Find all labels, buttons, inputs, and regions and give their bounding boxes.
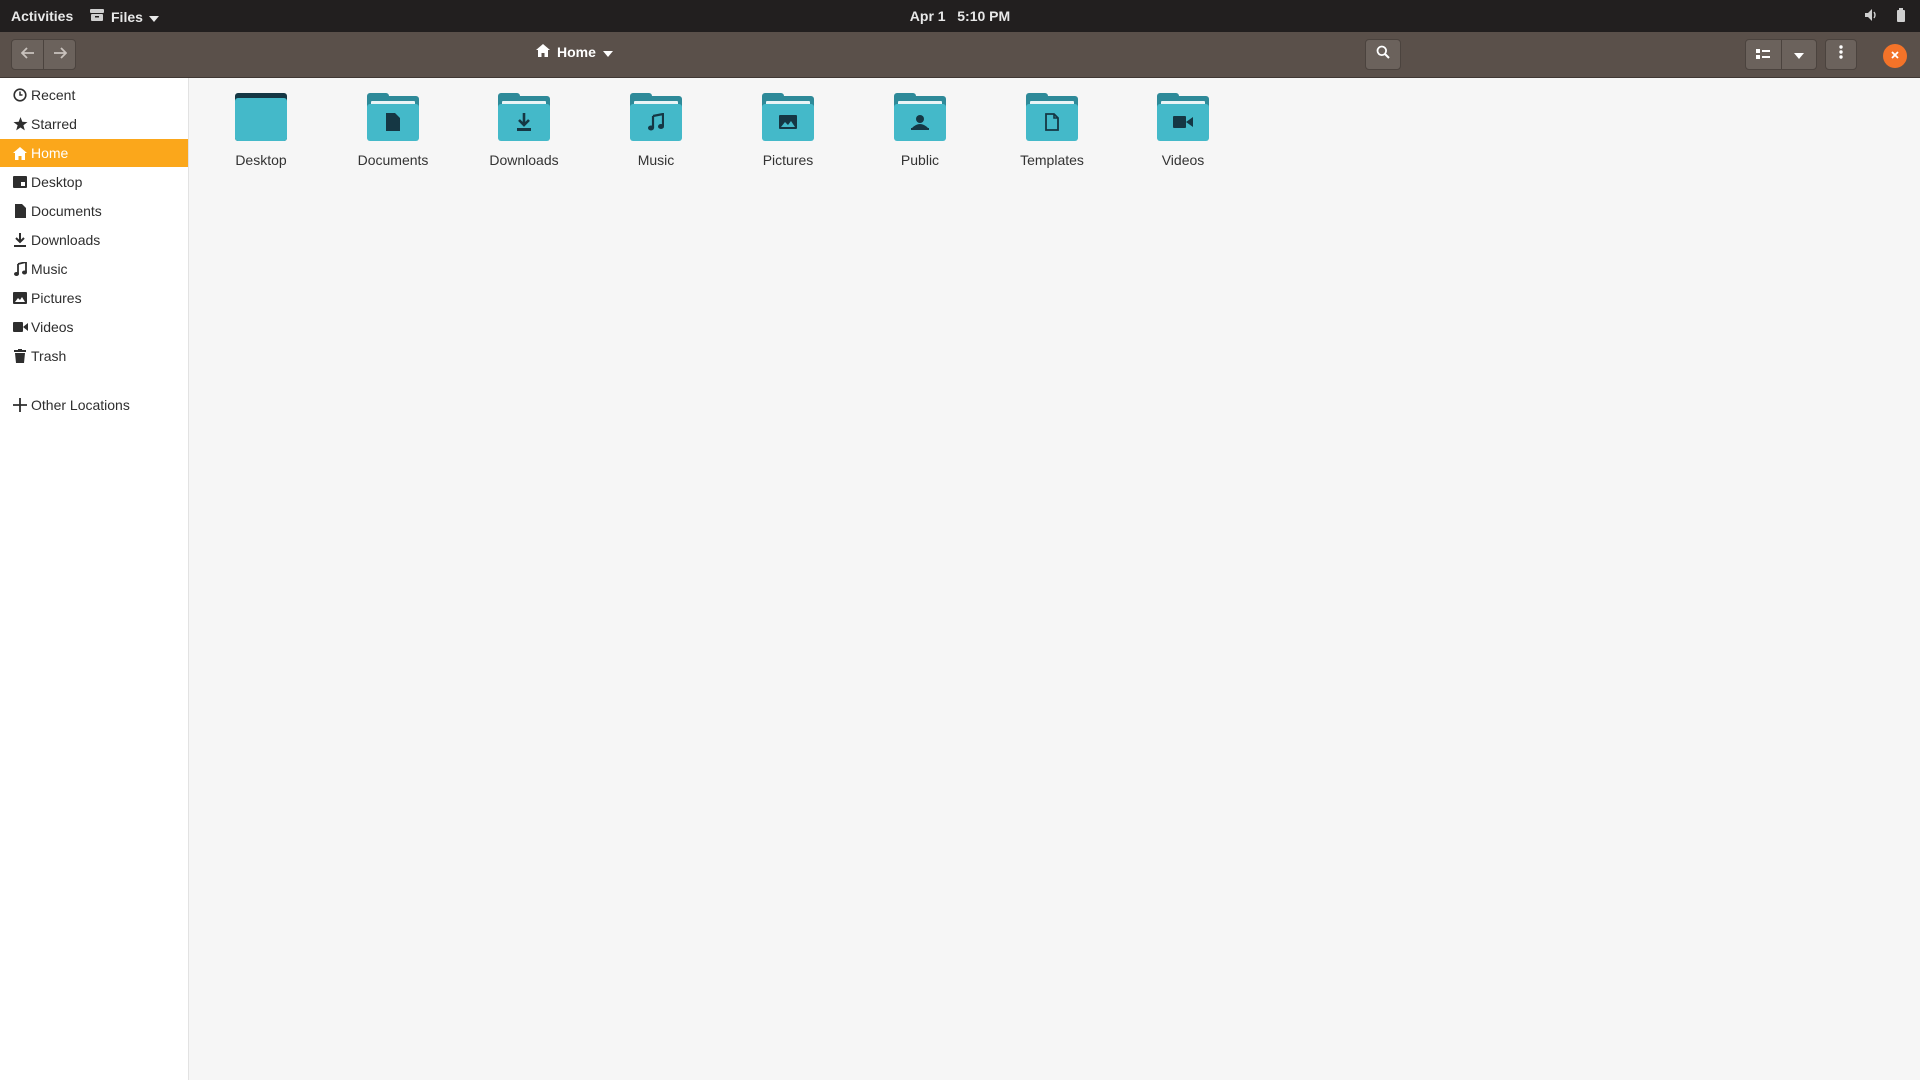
folder-item[interactable]: Pictures	[733, 93, 843, 183]
speaker-icon[interactable]	[1864, 8, 1878, 25]
sidebar-item-label: Documents	[31, 203, 102, 219]
sidebar-item-documents[interactable]: Documents	[0, 197, 188, 225]
sidebar-item-label: Starred	[31, 116, 77, 132]
sidebar-item-home[interactable]: Home	[0, 139, 188, 167]
list-view-button[interactable]	[1746, 40, 1782, 69]
sidebar-item-desktop[interactable]: Desktop	[0, 168, 188, 196]
music-icon	[12, 261, 28, 277]
chevron-down-icon	[1793, 46, 1804, 64]
sidebar-item-music[interactable]: Music	[0, 255, 188, 283]
document-icon	[12, 203, 28, 219]
folder-desktop-icon	[235, 93, 287, 141]
app-menu-label: Files	[111, 8, 143, 25]
folder-label: Pictures	[762, 152, 814, 168]
home-icon	[12, 145, 28, 161]
system-tray[interactable]	[1864, 8, 1906, 25]
sidebar-item-label: Videos	[31, 319, 74, 335]
sidebar-item-label: Music	[31, 261, 68, 277]
header-bar: Home	[0, 32, 1920, 78]
star-icon	[12, 116, 28, 132]
folder-public-icon	[894, 93, 946, 141]
search-button[interactable]	[1365, 39, 1401, 70]
view-menu-button[interactable]	[1782, 40, 1817, 69]
clock-date[interactable]: Apr 1	[910, 8, 946, 24]
folder-music-icon	[630, 93, 682, 141]
close-window-button[interactable]	[1883, 44, 1907, 68]
folder-label: Public	[900, 152, 940, 168]
main-menu-button[interactable]	[1825, 39, 1857, 70]
back-button[interactable]	[12, 40, 44, 69]
folder-label: Desktop	[235, 152, 287, 168]
download-icon	[12, 232, 28, 248]
sidebar-item-label: Home	[31, 145, 69, 161]
folder-pictures-icon	[762, 93, 814, 141]
file-view: Desktop Documents Downloads Music Pictur…	[189, 78, 1920, 1080]
folder-label: Documents	[357, 152, 429, 168]
chevron-down-icon	[602, 44, 613, 60]
sidebar-item-recent[interactable]: Recent	[0, 81, 188, 109]
folder-downloads-icon	[498, 93, 550, 141]
folder-item[interactable]: Music	[601, 93, 711, 183]
trash-icon	[12, 348, 28, 364]
app-menu[interactable]: Files	[89, 8, 159, 25]
folder-label: Music	[637, 152, 675, 168]
folder-item[interactable]: Downloads	[469, 93, 579, 183]
clock-time[interactable]: 5:10 PM	[957, 8, 1010, 24]
chevron-down-icon	[148, 9, 159, 25]
folder-item[interactable]: Desktop	[206, 93, 316, 183]
sidebar-item-label: Recent	[31, 87, 76, 103]
arrow-left-icon	[20, 46, 35, 64]
plus-icon	[12, 397, 28, 413]
sidebar-item-pictures[interactable]: Pictures	[0, 284, 188, 312]
sidebar-item-other-locations[interactable]: Other Locations	[0, 391, 188, 419]
top-panel: Activities Files Apr 1 5:10 PM	[0, 0, 1920, 32]
sidebar-item-downloads[interactable]: Downloads	[0, 226, 188, 254]
folder-item[interactable]: Documents	[338, 93, 448, 183]
navigation-buttons	[11, 39, 76, 70]
sidebar-item-starred[interactable]: Starred	[0, 110, 188, 138]
home-icon	[536, 44, 550, 60]
folder-videos-icon	[1157, 93, 1209, 141]
sidebar-item-label: Desktop	[31, 174, 83, 190]
activities-button[interactable]: Activities	[11, 8, 73, 24]
arrow-right-icon	[53, 46, 67, 64]
sidebar-item-trash[interactable]: Trash	[0, 342, 188, 370]
folder-item[interactable]: Videos	[1128, 93, 1238, 183]
sidebar-item-videos[interactable]: Videos	[0, 313, 188, 341]
picture-icon	[12, 290, 28, 306]
sidebar-item-label: Other Locations	[31, 397, 130, 413]
battery-icon[interactable]	[1896, 8, 1906, 25]
location-label: Home	[557, 44, 596, 60]
forward-button[interactable]	[44, 40, 75, 69]
sidebar-item-label: Downloads	[31, 232, 101, 248]
list-view-icon	[1756, 46, 1771, 64]
location-pathbar[interactable]: Home	[536, 44, 613, 60]
clock-icon	[12, 87, 28, 103]
folder-label: Videos	[1161, 152, 1205, 168]
video-icon	[12, 319, 28, 335]
folder-templates-icon	[1026, 93, 1078, 141]
folder-label: Templates	[1020, 152, 1084, 168]
folder-item[interactable]: Public	[865, 93, 975, 183]
kebab-menu-icon	[1839, 45, 1843, 64]
view-options	[1745, 39, 1817, 70]
files-app-icon	[89, 8, 105, 25]
folder-label: Downloads	[489, 152, 559, 168]
places-sidebar: Recent Starred Home Desktop Documents Do…	[0, 78, 189, 1080]
search-icon	[1376, 45, 1390, 64]
folder-item[interactable]: Templates	[997, 93, 1107, 183]
clock: Apr 1 5:10 PM	[0, 8, 1920, 24]
folder-documents-icon	[367, 93, 419, 141]
sidebar-item-label: Trash	[31, 348, 67, 364]
sidebar-item-label: Pictures	[31, 290, 82, 306]
desktop-icon	[12, 174, 28, 190]
close-icon	[1890, 47, 1900, 65]
